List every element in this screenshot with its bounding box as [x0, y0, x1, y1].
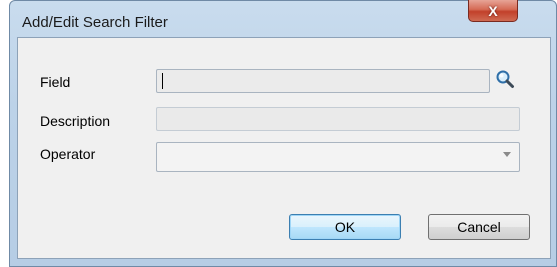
chevron-down-icon — [503, 152, 511, 157]
text-caret — [162, 73, 163, 89]
operator-label: Operator — [40, 146, 96, 162]
window-title: Add/Edit Search Filter — [22, 14, 168, 31]
cancel-button[interactable]: Cancel — [428, 214, 530, 240]
search-icon[interactable] — [495, 69, 515, 89]
dialog-body: Field Description Operator OK Cancel — [17, 37, 551, 259]
field-input[interactable] — [156, 69, 490, 93]
close-icon: X — [488, 2, 498, 19]
field-label: Field — [40, 74, 71, 90]
title-bar[interactable]: Add/Edit Search Filter X — [10, 0, 556, 37]
ok-button[interactable]: OK — [289, 214, 401, 240]
dialog-window: Add/Edit Search Filter X Field Descripti… — [9, 0, 557, 267]
description-field[interactable] — [156, 107, 520, 131]
description-label: Description — [40, 113, 111, 129]
operator-select[interactable] — [156, 142, 520, 172]
close-button[interactable]: X — [468, 0, 518, 22]
